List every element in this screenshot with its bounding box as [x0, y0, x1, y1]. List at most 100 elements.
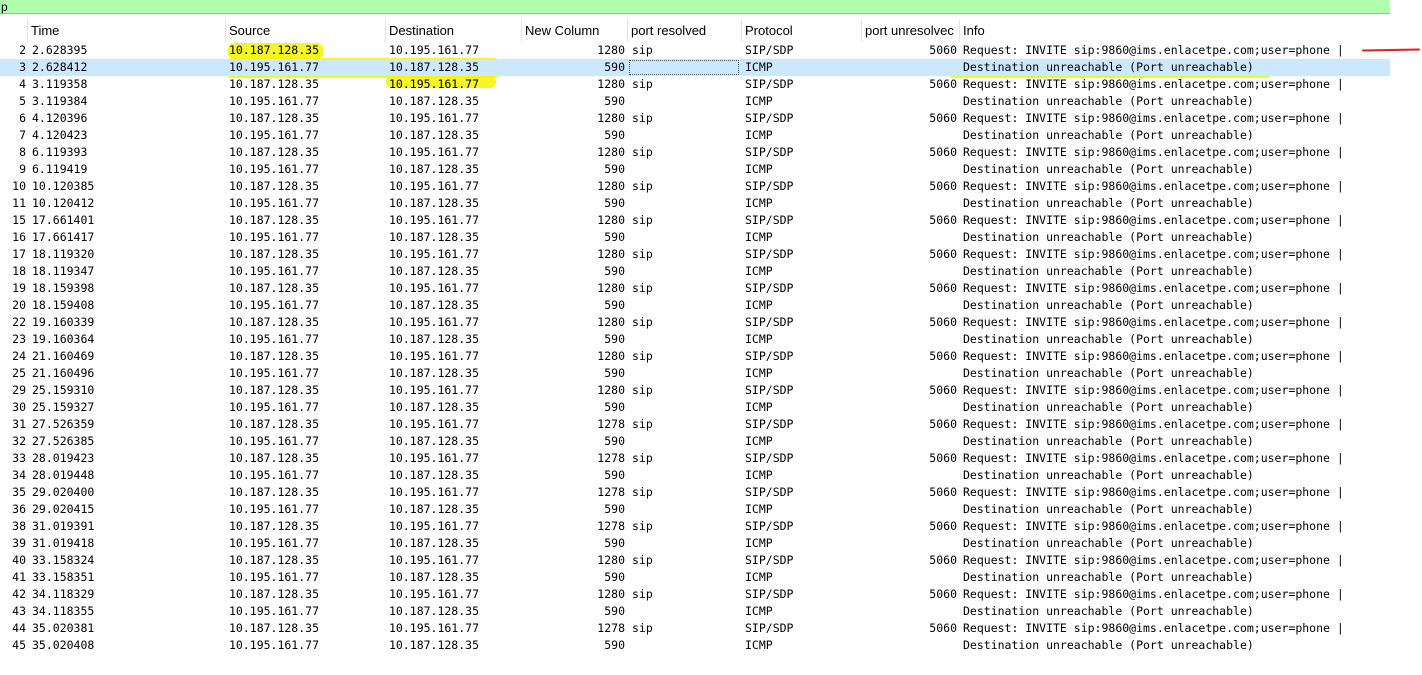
- cell-port-unresolved: [862, 501, 957, 518]
- table-row[interactable]: 9 6.119419 10.195.161.77 10.187.128.35 590 IC…: [0, 161, 1390, 178]
- cell-destination: 10.187.128.35: [389, 366, 480, 380]
- cell-port-resolved: [632, 263, 740, 280]
- table-row[interactable]: 16 17.661417 10.195.161.77 10.187.128.35 590…: [0, 229, 1390, 246]
- cell-port-unresolved: [862, 331, 957, 348]
- cell-source: 10.187.128.35: [229, 179, 320, 193]
- table-row[interactable]: 43 34.118355 10.195.161.77 10.187.128.35 590…: [0, 603, 1390, 620]
- cell-destination: 10.195.161.77: [389, 417, 480, 431]
- table-row[interactable]: 41 33.158351 10.195.161.77 10.187.128.35 590…: [0, 569, 1390, 586]
- cell-destination: 10.187.128.35: [389, 196, 480, 210]
- column-header-new-column[interactable]: New Column: [522, 20, 628, 42]
- column-header-info[interactable]: Info: [960, 20, 1390, 42]
- table-row[interactable]: 18 18.119347 10.195.161.77 10.187.128.35 590…: [0, 263, 1390, 280]
- table-row[interactable]: 6 4.120396 10.187.128.35 10.195.161.77 1280 s…: [0, 110, 1390, 127]
- column-header-protocol[interactable]: Protocol: [742, 20, 862, 42]
- table-row[interactable]: 34 28.019448 10.195.161.77 10.187.128.35 590…: [0, 467, 1390, 484]
- cell-info: Request: INVITE sip:9860@ims.enlacetpe.c…: [963, 179, 1344, 193]
- cell-time: 35.020408: [32, 638, 95, 652]
- cell-source: 10.195.161.77: [229, 94, 320, 108]
- table-row[interactable]: 7 4.120423 10.195.161.77 10.187.128.35 590 IC…: [0, 127, 1390, 144]
- table-row[interactable]: 23 19.160364 10.195.161.77 10.187.128.35 590…: [0, 331, 1390, 348]
- cell-info: Destination unreachable (Port unreachabl…: [963, 162, 1254, 176]
- column-header-time[interactable]: Time: [28, 20, 226, 42]
- table-row[interactable]: 11 10.120412 10.195.161.77 10.187.128.35 590…: [0, 195, 1390, 212]
- table-row[interactable]: 24 21.160469 10.187.128.35 10.195.161.77 128…: [0, 348, 1390, 365]
- column-header-source[interactable]: Source: [226, 20, 386, 42]
- cell-source: 10.195.161.77: [229, 366, 320, 380]
- cell-time: 18.119347: [32, 264, 95, 278]
- cell-port-unresolved: [862, 93, 957, 110]
- table-row[interactable]: 22 19.160339 10.187.128.35 10.195.161.77 128…: [0, 314, 1390, 331]
- table-row[interactable]: 2 2.628395 10.187.128.35 10.195.161.77 1280 s…: [0, 42, 1390, 59]
- table-row[interactable]: 20 18.159408 10.195.161.77 10.187.128.35 590…: [0, 297, 1390, 314]
- cell-new-column: 1280: [597, 315, 625, 329]
- cell-port-resolved: sip: [632, 43, 653, 57]
- cell-time: 4.120423: [32, 128, 88, 142]
- table-row[interactable]: 32 27.526385 10.195.161.77 10.187.128.35 590…: [0, 433, 1390, 450]
- cell-port-resolved: sip: [632, 111, 653, 125]
- cell-time: 10.120385: [32, 179, 95, 193]
- cell-protocol: ICMP: [745, 298, 773, 312]
- cell-new-column: 1280: [597, 383, 625, 397]
- table-row[interactable]: 19 18.159398 10.187.128.35 10.195.161.77 128…: [0, 280, 1390, 297]
- cell-info: Request: INVITE sip:9860@ims.enlacetpe.c…: [963, 111, 1344, 125]
- cell-destination: 10.187.128.35: [389, 468, 480, 482]
- packet-list-header: Time Source Destination New Column port …: [0, 20, 1390, 42]
- column-header-port-resolved[interactable]: port resolved: [628, 20, 742, 42]
- table-row[interactable]: 42 34.118329 10.187.128.35 10.195.161.77 128…: [0, 586, 1390, 603]
- cell-source: 10.195.161.77: [229, 502, 320, 516]
- table-row[interactable]: 30 25.159327 10.195.161.77 10.187.128.35 590…: [0, 399, 1390, 416]
- table-row[interactable]: 39 31.019418 10.195.161.77 10.187.128.35 590…: [0, 535, 1390, 552]
- cell-protocol: ICMP: [745, 196, 773, 210]
- cell-new-column: 1280: [597, 349, 625, 363]
- cell-source: 10.195.161.77: [229, 128, 320, 142]
- cell-protocol: SIP/SDP: [745, 213, 794, 227]
- cell-source: 10.187.128.35: [229, 315, 320, 329]
- table-row[interactable]: 10 10.120385 10.187.128.35 10.195.161.77 128…: [0, 178, 1390, 195]
- cell-protocol: SIP/SDP: [745, 179, 794, 193]
- display-filter-input[interactable]: p: [0, 0, 1390, 14]
- cell-new-column: 590: [604, 162, 625, 176]
- cell-destination: 10.187.128.35: [389, 502, 480, 516]
- cell-destination: 10.187.128.35: [389, 570, 480, 584]
- table-row[interactable]: 5 3.119384 10.195.161.77 10.187.128.35 590 IC…: [0, 93, 1390, 110]
- cell-port-unresolved: [862, 467, 957, 484]
- table-row[interactable]: 45 35.020408 10.195.161.77 10.187.128.35 590…: [0, 637, 1390, 654]
- table-row[interactable]: 33 28.019423 10.187.128.35 10.195.161.77 127…: [0, 450, 1390, 467]
- cell-protocol: SIP/SDP: [745, 77, 794, 91]
- cell-protocol: SIP/SDP: [745, 349, 794, 363]
- cell-new-column: 1280: [597, 111, 625, 125]
- cell-no: 18: [12, 264, 26, 278]
- column-header-no[interactable]: [0, 20, 28, 42]
- table-row[interactable]: 17 18.119320 10.187.128.35 10.195.161.77 128…: [0, 246, 1390, 263]
- cell-new-column: 590: [604, 230, 625, 244]
- cell-no: 29: [12, 383, 26, 397]
- table-row[interactable]: 36 29.020415 10.195.161.77 10.187.128.35 590…: [0, 501, 1390, 518]
- table-row[interactable]: 3 2.628412 10.195.161.77 10.187.128.35 590 IC…: [0, 59, 1390, 76]
- table-row[interactable]: 35 29.020400 10.187.128.35 10.195.161.77 127…: [0, 484, 1390, 501]
- cell-source: 10.187.128.35: [229, 111, 320, 125]
- cell-source: 10.195.161.77: [229, 60, 320, 74]
- cell-port-resolved: [632, 195, 740, 212]
- table-row[interactable]: 8 6.119393 10.187.128.35 10.195.161.77 1280 s…: [0, 144, 1390, 161]
- cell-destination: 10.195.161.77: [389, 145, 480, 159]
- column-header-destination[interactable]: Destination: [386, 20, 522, 42]
- table-row[interactable]: 25 21.160496 10.195.161.77 10.187.128.35 590…: [0, 365, 1390, 382]
- column-header-port-unresolved[interactable]: port unresolvec: [862, 20, 960, 42]
- cell-source: 10.195.161.77: [229, 468, 320, 482]
- cell-new-column: 590: [604, 502, 625, 516]
- cell-port-resolved: [632, 433, 740, 450]
- cell-protocol: SIP/SDP: [745, 383, 794, 397]
- table-row[interactable]: 15 17.661401 10.187.128.35 10.195.161.77 128…: [0, 212, 1390, 229]
- cell-port-unresolved: 5060: [929, 145, 957, 159]
- table-row[interactable]: 31 27.526359 10.187.128.35 10.195.161.77 127…: [0, 416, 1390, 433]
- table-row[interactable]: 29 25.159310 10.187.128.35 10.195.161.77 128…: [0, 382, 1390, 399]
- table-row[interactable]: 40 33.158324 10.187.128.35 10.195.161.77 128…: [0, 552, 1390, 569]
- cell-no: 33: [12, 451, 26, 465]
- cell-destination: 10.195.161.77: [389, 77, 480, 91]
- table-row[interactable]: 44 35.020381 10.187.128.35 10.195.161.77 127…: [0, 620, 1390, 637]
- cell-source: 10.195.161.77: [229, 638, 320, 652]
- cell-destination: 10.195.161.77: [389, 179, 480, 193]
- table-row[interactable]: 38 31.019391 10.187.128.35 10.195.161.77 127…: [0, 518, 1390, 535]
- table-row[interactable]: 4 3.119358 10.187.128.35 10.195.161.77 1280 s…: [0, 76, 1390, 93]
